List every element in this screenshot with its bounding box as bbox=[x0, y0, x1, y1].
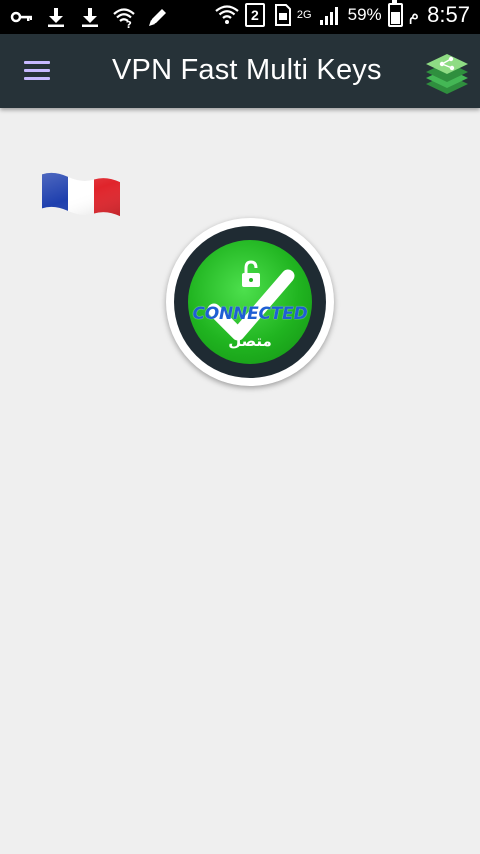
wifi-icon bbox=[215, 3, 239, 27]
app-bar: VPN Fast Multi Keys bbox=[0, 34, 480, 108]
connection-status-label: CONNECTED bbox=[192, 304, 308, 324]
battery-icon bbox=[387, 0, 403, 27]
page-title: VPN Fast Multi Keys bbox=[112, 54, 382, 86]
download-icon bbox=[44, 5, 68, 29]
pencil-icon bbox=[146, 5, 170, 29]
sim-slot-icon: 2 bbox=[244, 3, 265, 27]
connect-button-face: CONNECTED متصل bbox=[188, 240, 312, 364]
svg-text:?: ? bbox=[126, 20, 132, 29]
battery-fill bbox=[390, 12, 400, 24]
share-stack-icon[interactable] bbox=[424, 48, 470, 94]
signal-icon bbox=[318, 3, 342, 27]
status-bar: ? 2 2G 59% م 8:57 bbox=[0, 0, 480, 34]
network-type: 2G bbox=[296, 9, 312, 21]
status-bar-notifications: ? bbox=[10, 5, 170, 29]
connection-status-label-arabic: متصل bbox=[228, 332, 272, 350]
battery-percent: 59% bbox=[347, 5, 382, 24]
download-icon bbox=[78, 5, 102, 29]
vpn-connect-button[interactable]: CONNECTED متصل bbox=[166, 218, 334, 386]
clock: 8:57 bbox=[427, 2, 470, 27]
status-bar-system: 2 2G 59% م 8:57 bbox=[215, 0, 470, 28]
hamburger-menu-icon[interactable] bbox=[24, 61, 50, 81]
sim-card-icon bbox=[271, 3, 295, 27]
carrier-glyph: م bbox=[408, 5, 420, 24]
wifi-question-icon: ? bbox=[112, 5, 136, 29]
connect-button-ring: CONNECTED متصل bbox=[174, 226, 326, 378]
france-flag-icon[interactable] bbox=[40, 166, 122, 220]
key-icon bbox=[10, 5, 34, 29]
